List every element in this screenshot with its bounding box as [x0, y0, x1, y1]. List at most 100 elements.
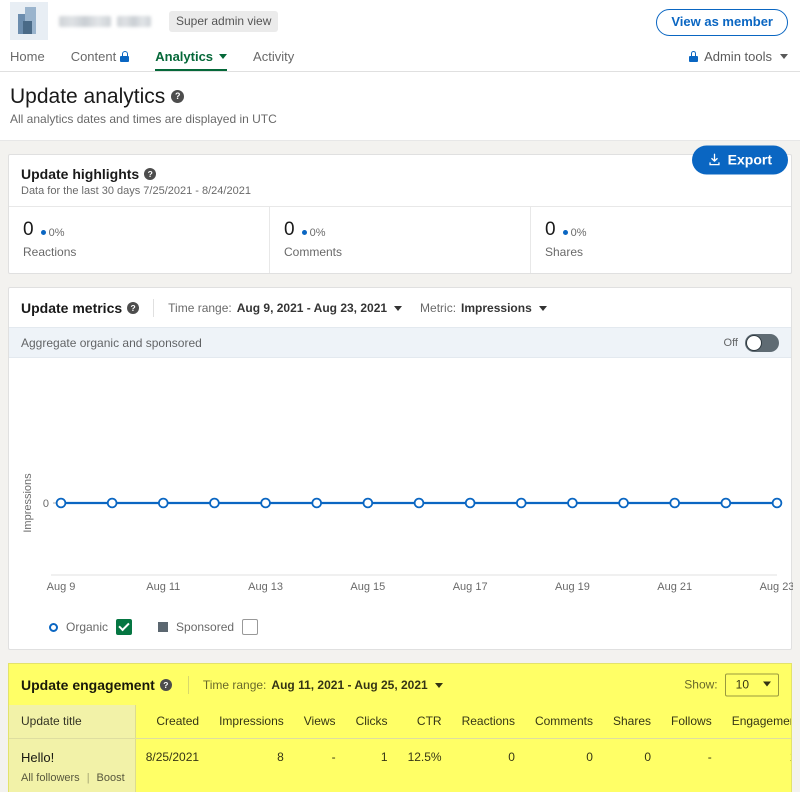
nav-item-analytics[interactable]: Analytics [142, 42, 240, 71]
show-value: 10 [735, 677, 749, 691]
chevron-down-icon [394, 305, 403, 311]
nav-item-home[interactable]: Home [10, 42, 58, 71]
cell-follows: - [707, 750, 712, 764]
column-header-views[interactable]: Views [293, 705, 346, 739]
chart-legend: Organic Sponsored [9, 613, 791, 649]
x-axis-tick-label: Aug 11 [146, 581, 180, 593]
cell-views: - [331, 750, 336, 764]
nav-item-content[interactable]: Content [58, 42, 143, 71]
stat-label: Comments [284, 245, 343, 259]
stat-value: 0 [23, 219, 34, 240]
update-highlights-card: Update highlights ? Data for the last 30… [8, 154, 792, 274]
aggregate-toggle-wrapper: Off [723, 333, 779, 352]
card-title-text: Update metrics [21, 300, 123, 316]
column-header-engagement-rate[interactable]: Engagement rate [721, 705, 791, 739]
nav-item-label: Content [70, 49, 117, 64]
metric-label: Metric: [420, 301, 457, 315]
org-name-redacted-part2 [117, 15, 151, 27]
highlight-stat-reactions: 0 0% Reactions [9, 207, 269, 273]
help-icon[interactable]: ? [171, 90, 185, 103]
x-axis-tick-label: Aug 13 [248, 581, 283, 593]
chevron-down-icon [434, 682, 443, 688]
stat-delta: 0% [40, 227, 64, 239]
sponsored-checkbox[interactable] [242, 619, 259, 635]
time-range-value: Aug 11, 2021 - Aug 25, 2021 [271, 678, 428, 692]
show-rows-control: Show: 10 [684, 673, 779, 696]
stat-label: Shares [545, 245, 584, 259]
legend-item-sponsored[interactable]: Sponsored [158, 619, 259, 635]
x-axis-tick-label: Aug 9 [47, 581, 76, 593]
time-range-label: Time range: [168, 301, 232, 315]
cell-impressions: 8 [277, 750, 284, 764]
data-point [260, 497, 271, 509]
header-divider [187, 676, 189, 694]
chevron-down-icon [219, 54, 228, 59]
help-icon[interactable]: ? [159, 679, 172, 691]
boost-link[interactable]: Boost [97, 772, 125, 784]
cell-created: 8/25/2021 [145, 750, 200, 764]
data-point [567, 497, 578, 509]
y-axis-tick-label: 0 [43, 498, 49, 510]
cell-update-title: Hello! All followers | Boost [9, 738, 136, 792]
column-header-follows[interactable]: Follows [661, 705, 722, 739]
admin-tools-menu[interactable]: Admin tools [689, 42, 788, 71]
show-rows-select[interactable]: 10 [724, 673, 779, 696]
sponsored-marker-icon [158, 622, 169, 632]
help-icon[interactable]: ? [127, 302, 140, 314]
cell-shares: 0 [644, 750, 652, 764]
engagement-table: Update title Created Impressions Views C… [9, 705, 791, 792]
column-header-reactions[interactable]: Reactions [451, 705, 525, 739]
engagement-time-range-dropdown[interactable]: Time range: Aug 11, 2021 - Aug 25, 2021 [203, 678, 443, 692]
legend-item-organic[interactable]: Organic [49, 619, 133, 635]
time-range-dropdown[interactable]: Time range: Aug 9, 2021 - Aug 23, 2021 [168, 301, 403, 315]
time-range-label: Time range: [202, 678, 267, 692]
organization-logo[interactable] [10, 2, 48, 40]
cell-comments: 0 [586, 750, 593, 764]
column-header-comments[interactable]: Comments [524, 705, 603, 739]
column-header-impressions[interactable]: Impressions [209, 705, 294, 739]
metric-dropdown[interactable]: Metric: Impressions [420, 301, 547, 315]
admin-tools-label: Admin tools [704, 49, 772, 64]
update-title-text[interactable]: Hello! [21, 750, 125, 765]
column-header-shares[interactable]: Shares [602, 705, 662, 739]
update-highlights-subtitle: Data for the last 30 days 7/25/2021 - 8/… [21, 185, 251, 197]
column-header-ctr[interactable]: CTR [397, 705, 452, 739]
link-separator: | [86, 772, 90, 784]
toggle-knob [746, 334, 762, 351]
toggle-state-label: Off [723, 336, 738, 349]
header-divider [153, 299, 155, 317]
stat-label: Reactions [23, 245, 77, 259]
lock-icon [120, 51, 130, 62]
nav-item-activity[interactable]: Activity [240, 42, 307, 71]
page-title-text: Update analytics [10, 85, 166, 108]
export-label: Export [727, 151, 772, 168]
x-axis-tick-label: Aug 15 [350, 581, 385, 593]
data-point [618, 497, 629, 509]
x-axis-tick-label: Aug 21 [657, 581, 692, 593]
export-button[interactable]: Export [691, 145, 788, 175]
organization-name[interactable]: Super admin view [59, 10, 279, 32]
organic-marker-icon [49, 622, 58, 632]
organic-checkbox[interactable] [116, 619, 133, 635]
help-icon[interactable]: ? [144, 168, 157, 180]
data-point [771, 497, 783, 509]
impressions-line-chart: Impressions 0 Aug 9 Aug 11 Aug 13 Aug 15 Aug 1… [9, 358, 794, 613]
column-header-created[interactable]: Created [135, 705, 210, 739]
aggregate-toggle[interactable] [745, 333, 779, 352]
engagement-table-scroll: Update title Created Impressions Views C… [9, 705, 791, 792]
data-point [464, 497, 476, 509]
view-as-member-button[interactable]: View as member [656, 9, 788, 36]
legend-label: Sponsored [176, 620, 235, 634]
page-header: Update analytics ? All analytics dates a… [0, 72, 800, 175]
audience-link[interactable]: All followers [21, 772, 80, 784]
update-engagement-header: Update engagement ? Time range: Aug 11, … [9, 664, 791, 705]
stat-delta: 0% [562, 227, 586, 239]
update-meta-links: All followers | Boost [21, 772, 125, 784]
y-axis-label: Impressions [22, 473, 34, 533]
column-header-update-title[interactable]: Update title [9, 705, 136, 739]
update-metrics-header: Update metrics ? Time range: Aug 9, 2021… [9, 288, 791, 327]
data-point [311, 497, 323, 509]
update-engagement-card: Update engagement ? Time range: Aug 11, … [8, 663, 792, 792]
x-axis-tick-label: Aug 17 [453, 581, 488, 593]
column-header-clicks[interactable]: Clicks [345, 705, 398, 739]
